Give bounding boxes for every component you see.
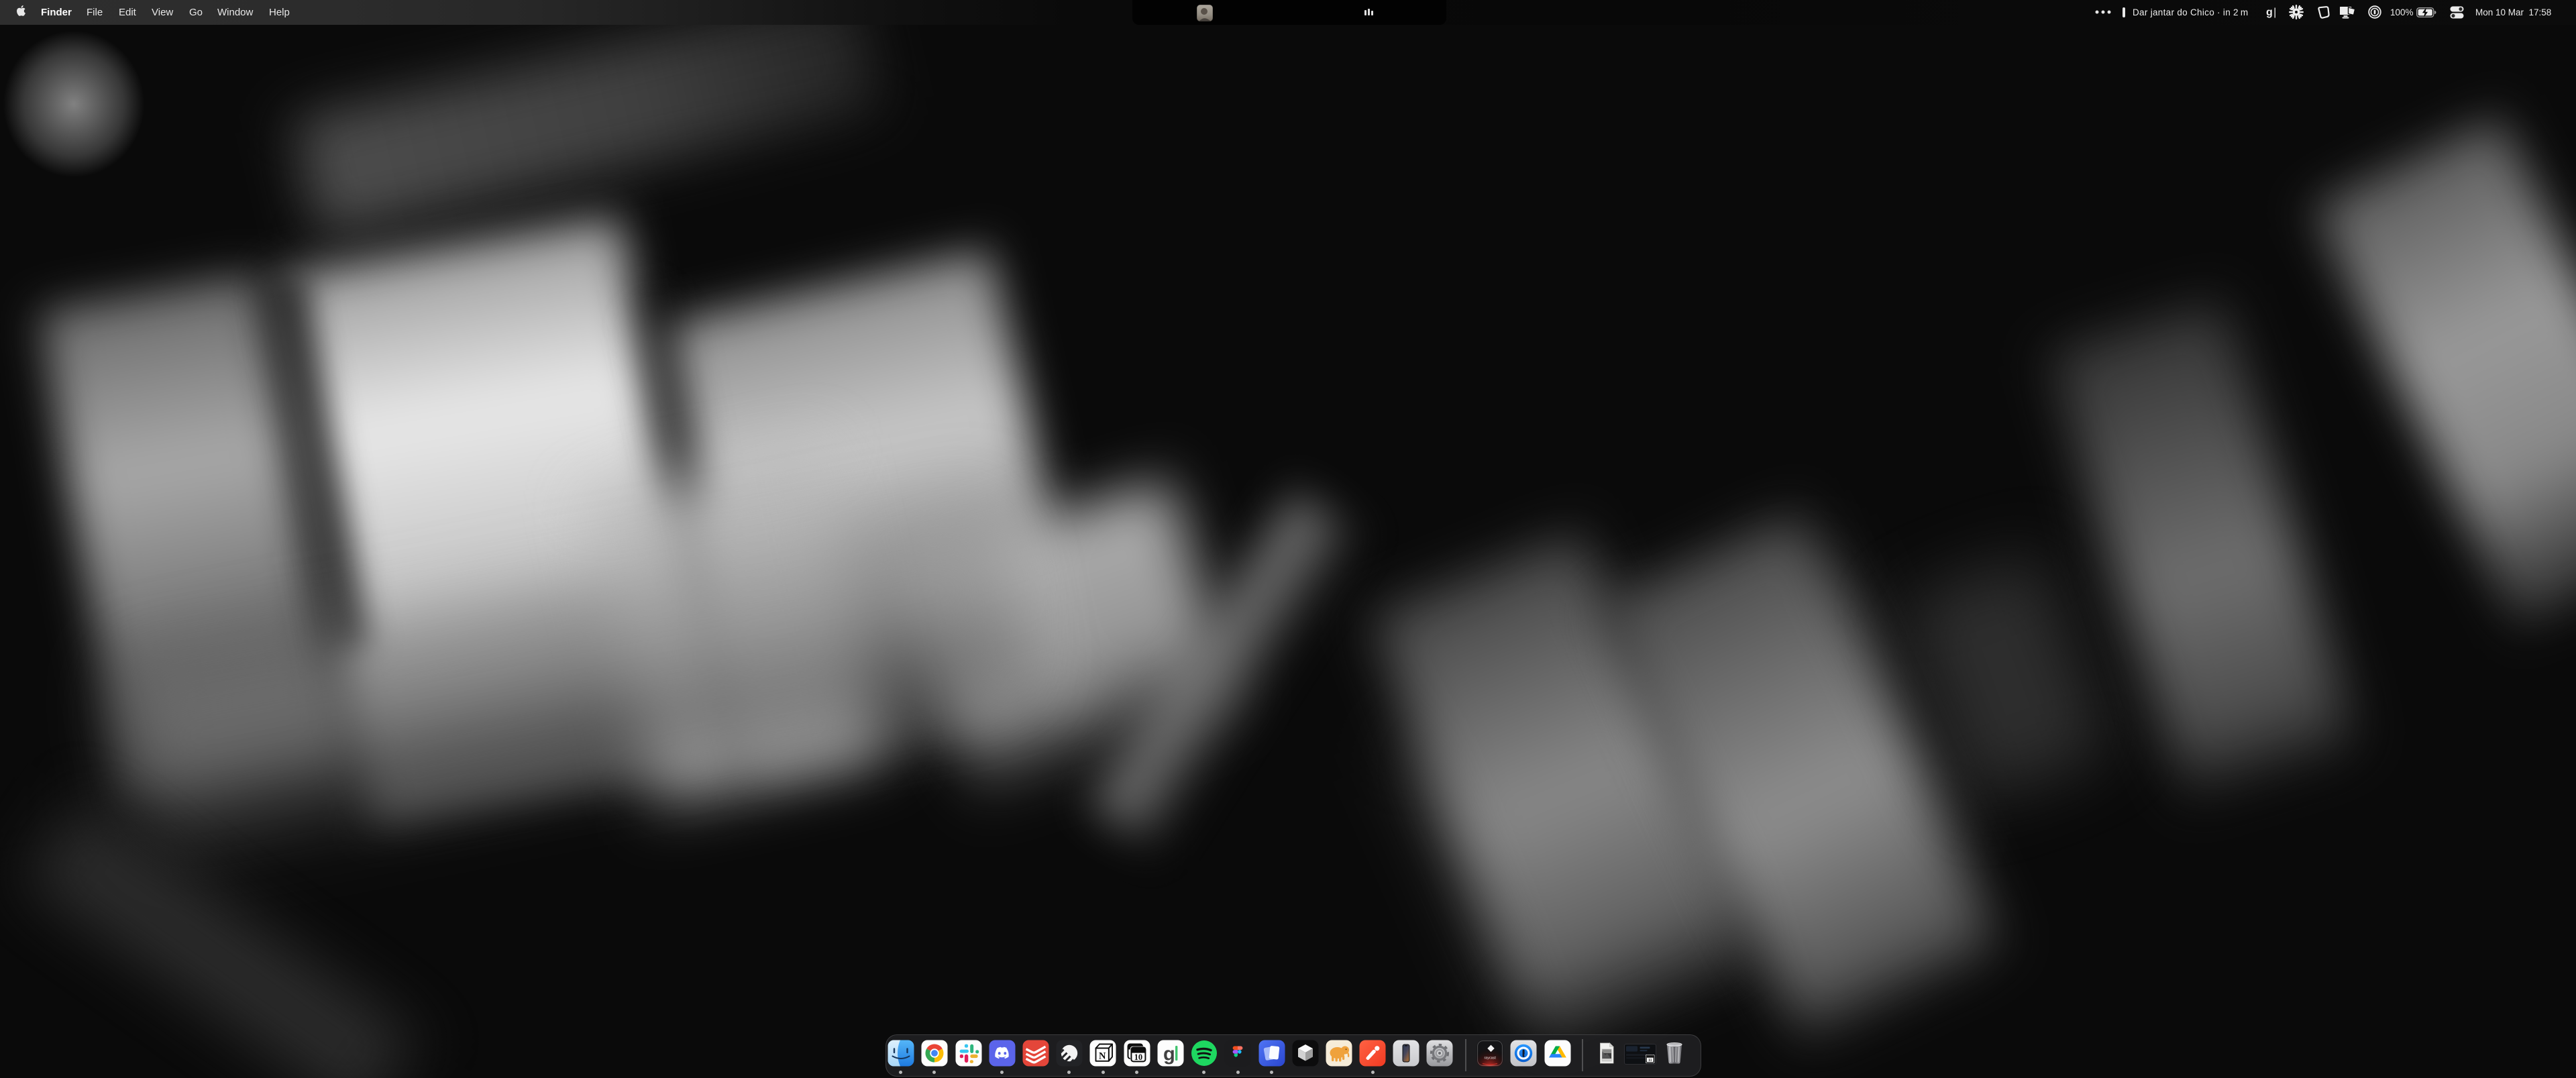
svg-text:10: 10 bbox=[1134, 1053, 1143, 1062]
svg-text:N: N bbox=[1099, 1051, 1106, 1062]
svg-text:raycast: raycast bbox=[1485, 1057, 1497, 1061]
svg-text:11: 11 bbox=[1648, 1059, 1652, 1063]
svg-text:g: g bbox=[1163, 1044, 1175, 1065]
